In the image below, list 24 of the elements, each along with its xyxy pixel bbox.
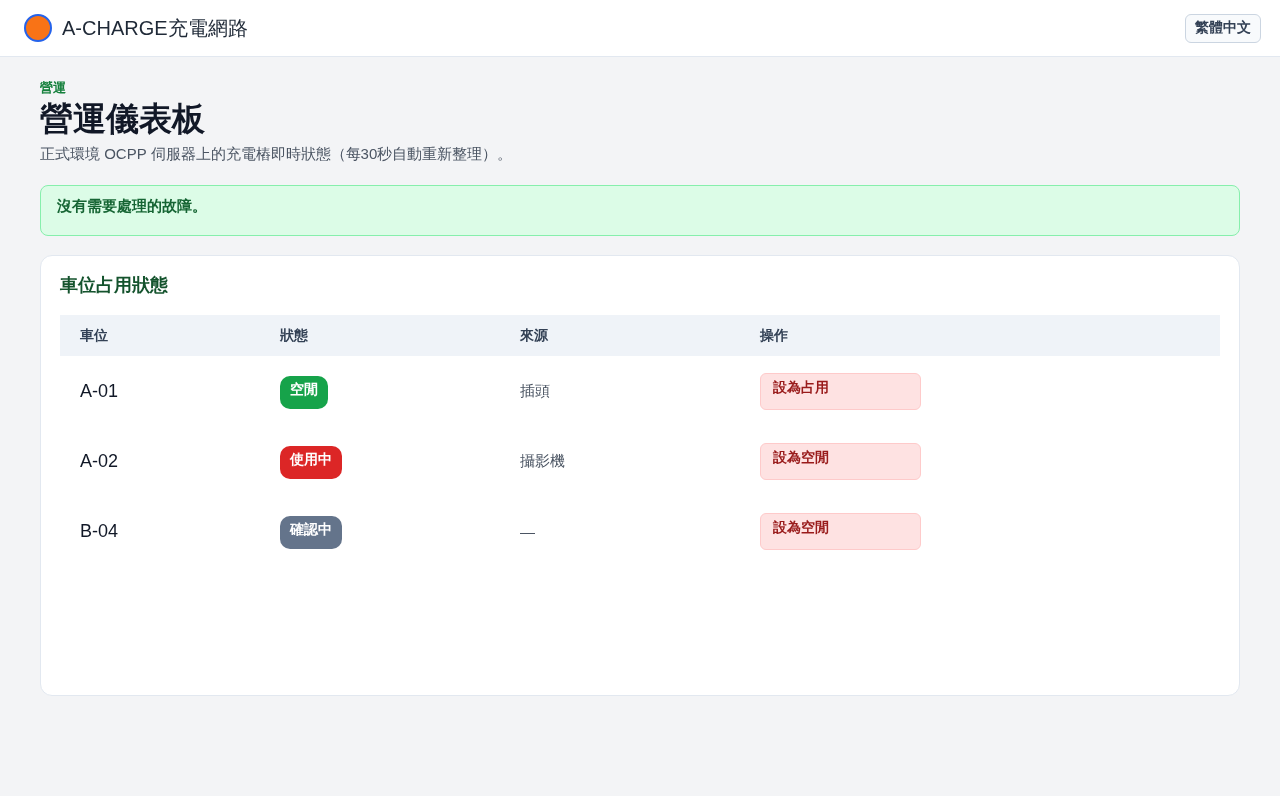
- alert-message: 沒有需要處理的故障。: [40, 185, 1240, 236]
- card-title: 車位占用狀態: [60, 274, 169, 297]
- column-header: 來源: [519, 326, 549, 345]
- action-button[interactable]: 設為占用: [760, 372, 921, 410]
- language-button[interactable]: 繁體中文: [1185, 13, 1261, 43]
- action-button[interactable]: 設為空閒: [760, 442, 921, 480]
- status-badge: 使用中: [280, 445, 342, 479]
- logo-icon: [24, 14, 52, 42]
- status-badge: 空閒: [280, 375, 328, 409]
- source-cell: 攝影機: [520, 451, 565, 471]
- column-header: 操作: [759, 326, 789, 345]
- source-cell: 插頭: [520, 381, 550, 401]
- page-subtitle: 正式環境 OCPP 伺服器上的充電樁即時狀態（每30秒自動重新整理）。: [40, 144, 514, 164]
- slot-cell: A-01: [80, 380, 119, 402]
- slot-cell: B-04: [80, 520, 119, 542]
- column-header: 車位: [79, 326, 109, 345]
- page-title: 營運儀表板: [40, 99, 206, 139]
- breadcrumb: 營運: [40, 79, 67, 97]
- column-header: 狀態: [279, 326, 309, 345]
- source-cell: —: [520, 522, 535, 540]
- brand-title: A-CHARGE充電網路: [62, 15, 248, 41]
- slot-cell: A-02: [80, 450, 119, 472]
- action-button[interactable]: 設為空閒: [760, 512, 921, 550]
- status-badge: 確認中: [280, 515, 342, 549]
